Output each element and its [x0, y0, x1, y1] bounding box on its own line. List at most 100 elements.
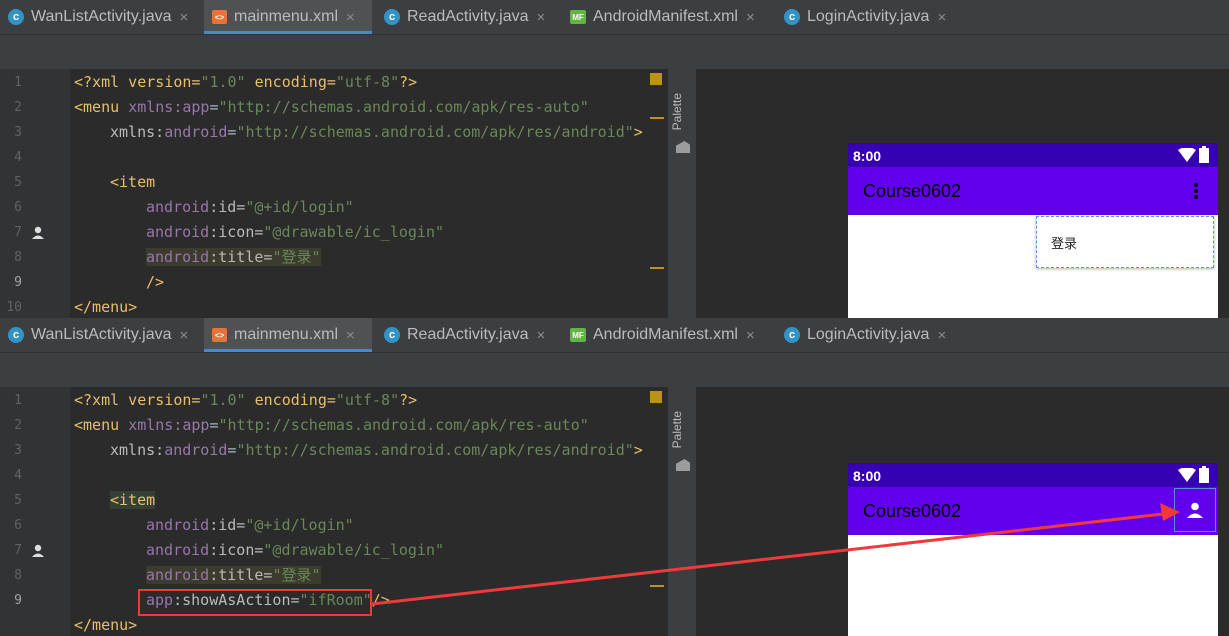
tab-readactivity[interactable]: c ReadActivity.java ×	[376, 318, 560, 352]
palette-label[interactable]: Palette	[670, 93, 694, 130]
code-line-9: />	[146, 273, 165, 291]
menu-item-login[interactable]: 登录	[1051, 233, 1077, 252]
line-gutter: 1 2 3 4 5 6 7 8 9 10	[0, 69, 96, 318]
code-line-1: <?xml version="1.0" encoding="utf-8"?>	[74, 391, 418, 409]
user-icon	[1187, 502, 1203, 518]
code-line-7: android:icon="@drawable/ic_login"	[146, 541, 445, 559]
layout-preview: 8:00 Course0602 登录	[696, 69, 1229, 318]
scroll-marker[interactable]	[650, 267, 664, 269]
editor-tab-bar: c WanListActivity.java × <> mainmenu.xml…	[0, 0, 1229, 35]
code-line-7: android:icon="@drawable/ic_login"	[146, 223, 445, 241]
close-icon[interactable]: ×	[937, 9, 946, 26]
status-time: 8:00	[853, 148, 882, 164]
tab-label: AndroidManifest.xml	[593, 326, 738, 343]
tab-label: WanListActivity.java	[31, 8, 172, 25]
scroll-marker[interactable]	[650, 117, 664, 119]
close-icon[interactable]: ×	[746, 327, 755, 344]
code-line-3: xmlns:android="http://schemas.android.co…	[110, 441, 643, 459]
user-gutter-icon[interactable]	[31, 226, 45, 240]
editor-pane-top: c WanListActivity.java × <> mainmenu.xml…	[0, 0, 1229, 318]
java-class-icon: c	[384, 327, 400, 343]
manifest-file-icon: MF	[570, 10, 586, 24]
close-icon[interactable]: ×	[937, 327, 946, 344]
code-line-6: android:id="@+id/login"	[146, 516, 354, 534]
java-class-icon: c	[384, 9, 400, 25]
tab-androidmanifest[interactable]: MF AndroidManifest.xml ×	[562, 0, 774, 34]
palette-icon	[676, 141, 690, 153]
line-number: 9	[14, 593, 22, 608]
line-number: 7	[14, 225, 22, 240]
line-number: 7	[14, 543, 22, 558]
tab-mainmenu[interactable]: <> mainmenu.xml ×	[204, 0, 372, 34]
tab-loginactivity[interactable]: c LoginActivity.java ×	[776, 318, 966, 352]
line-number: 10	[6, 300, 22, 315]
user-gutter-icon[interactable]	[31, 544, 45, 558]
tab-label: LoginActivity.java	[807, 326, 930, 343]
analysis-status-marker[interactable]	[650, 73, 662, 85]
tab-label: ReadActivity.java	[407, 8, 529, 25]
analysis-status-marker[interactable]	[650, 391, 662, 403]
line-number: 2	[14, 100, 22, 115]
close-icon[interactable]: ×	[179, 9, 188, 26]
close-icon[interactable]: ×	[346, 9, 355, 26]
line-number: 6	[14, 200, 22, 215]
line-number: 3	[14, 125, 22, 140]
line-number: 9	[14, 275, 22, 290]
java-class-icon: c	[784, 327, 800, 343]
editor-toolbar	[0, 35, 1229, 69]
tab-label: ReadActivity.java	[407, 326, 529, 343]
code-editor[interactable]: <?xml version="1.0" encoding="utf-8"?> <…	[70, 69, 665, 318]
close-icon[interactable]: ×	[537, 9, 546, 26]
line-number: 4	[14, 468, 22, 483]
code-line-5: <item	[110, 173, 156, 191]
java-class-icon: c	[8, 327, 24, 343]
palette-panel-strip[interactable]: Palette	[668, 387, 696, 636]
code-line-3: xmlns:android="http://schemas.android.co…	[110, 123, 643, 141]
tab-mainmenu[interactable]: <> mainmenu.xml ×	[204, 318, 372, 352]
xml-file-icon: <>	[212, 10, 227, 24]
tab-label: AndroidManifest.xml	[593, 8, 738, 25]
app-bar: Course0602	[848, 167, 1218, 215]
code-line-6: android:id="@+id/login"	[146, 198, 354, 216]
tab-label: LoginActivity.java	[807, 8, 930, 25]
manifest-file-icon: MF	[570, 328, 586, 342]
phone-preview: 8:00 Course0602	[848, 463, 1218, 636]
battery-icon	[1199, 466, 1209, 483]
code-line-2: <menu xmlns:app="http://schemas.android.…	[74, 416, 589, 434]
close-icon[interactable]: ×	[346, 327, 355, 344]
editor-toolbar	[0, 353, 1229, 387]
code-line-1: <?xml version="1.0" encoding="utf-8"?>	[74, 73, 418, 91]
close-icon[interactable]: ×	[537, 327, 546, 344]
tab-wanlistactivity[interactable]: c WanListActivity.java ×	[0, 0, 202, 34]
palette-label[interactable]: Palette	[670, 411, 694, 448]
wifi-icon	[1178, 148, 1196, 162]
line-number: 4	[14, 150, 22, 165]
line-number: 2	[14, 418, 22, 433]
layout-preview: 8:00 Course0602	[696, 387, 1229, 636]
tab-wanlistactivity[interactable]: c WanListActivity.java ×	[0, 318, 202, 352]
java-class-icon: c	[8, 9, 24, 25]
tab-androidmanifest[interactable]: MF AndroidManifest.xml ×	[562, 318, 774, 352]
line-number: 5	[14, 493, 22, 508]
palette-icon	[676, 459, 690, 471]
code-line-2: <menu xmlns:app="http://schemas.android.…	[74, 98, 589, 116]
line-number: 1	[14, 75, 22, 90]
line-number: 8	[14, 250, 22, 265]
tab-label: WanListActivity.java	[31, 326, 172, 343]
tab-loginactivity[interactable]: c LoginActivity.java ×	[776, 0, 966, 34]
tab-label: mainmenu.xml	[234, 326, 339, 343]
tab-readactivity[interactable]: c ReadActivity.java ×	[376, 0, 560, 34]
line-gutter: 1 2 3 4 5 6 7 8 9	[0, 387, 96, 636]
palette-panel-strip[interactable]: Palette	[668, 69, 696, 318]
wifi-icon	[1178, 468, 1196, 482]
battery-icon	[1199, 146, 1209, 163]
editor-pane-bottom: c WanListActivity.java × <> mainmenu.xml…	[0, 318, 1229, 636]
close-icon[interactable]: ×	[746, 9, 755, 26]
overflow-menu-icon[interactable]	[1193, 182, 1199, 200]
login-action-button[interactable]	[1174, 488, 1216, 532]
app-bar: Course0602	[848, 487, 1218, 535]
editor-tab-bar: c WanListActivity.java × <> mainmenu.xml…	[0, 318, 1229, 353]
code-line-5: <item	[110, 491, 156, 509]
scroll-marker[interactable]	[650, 585, 664, 587]
close-icon[interactable]: ×	[179, 327, 188, 344]
